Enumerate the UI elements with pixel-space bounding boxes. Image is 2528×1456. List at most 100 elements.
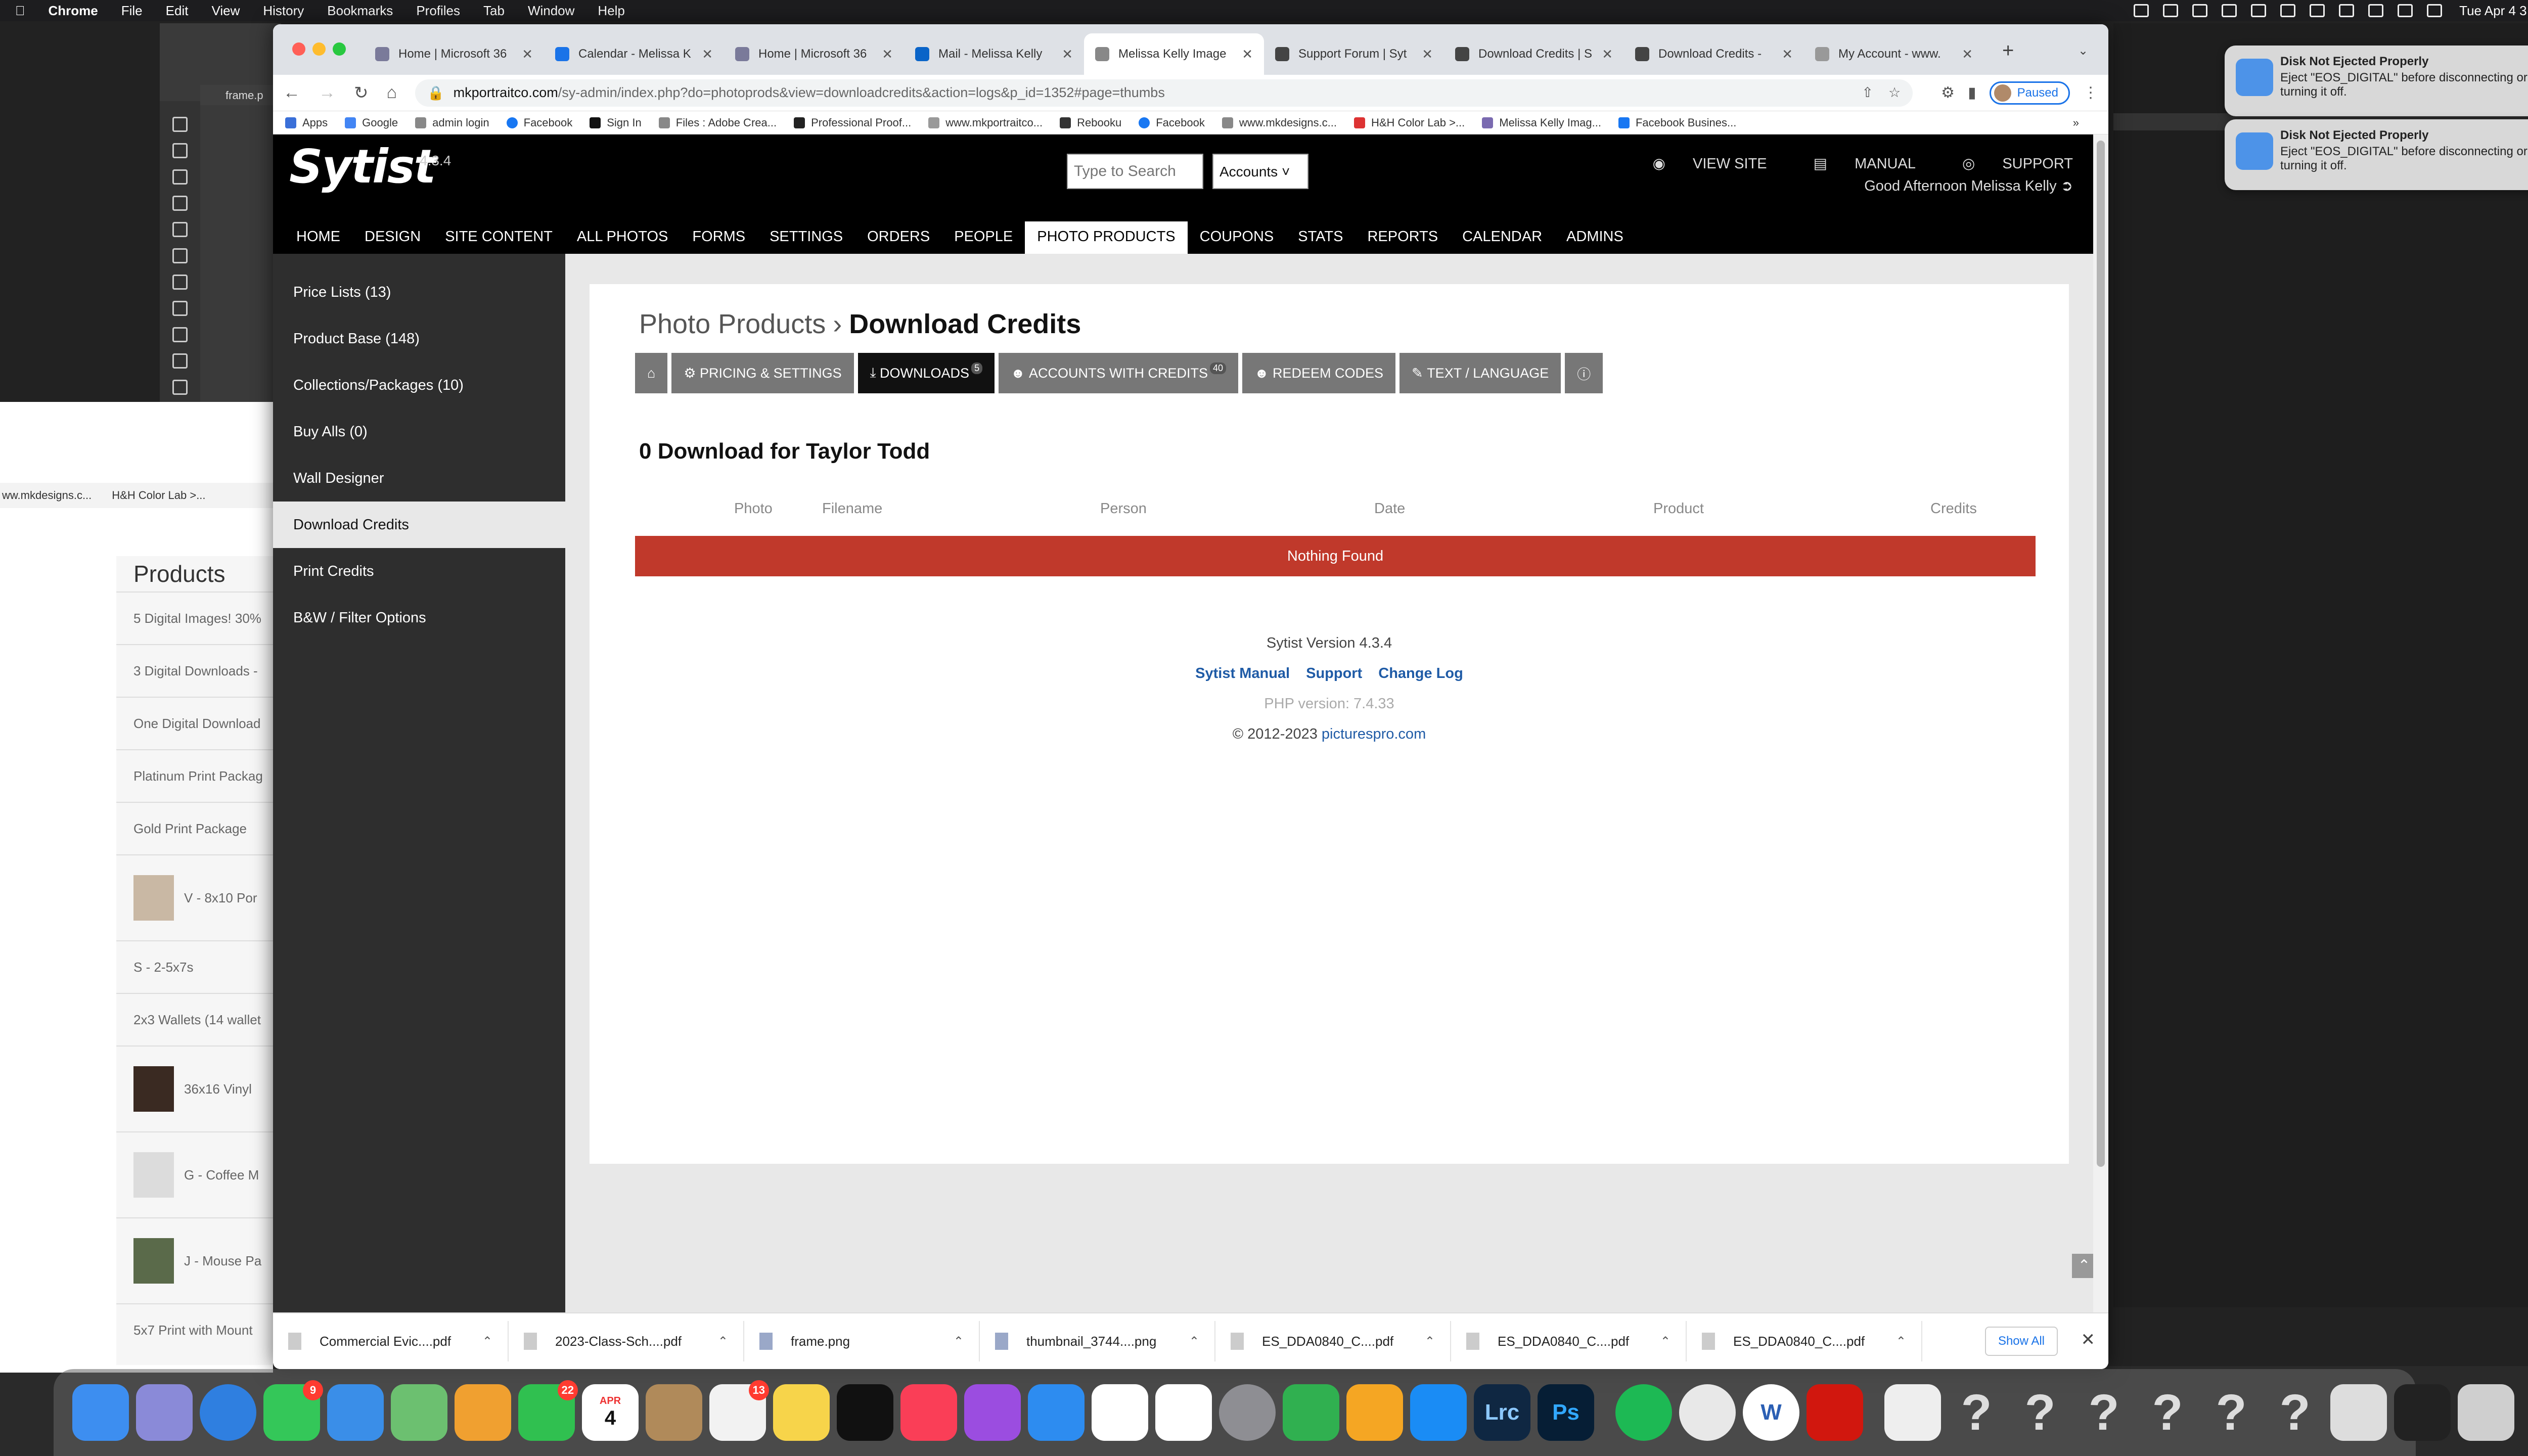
freeform-icon[interactable] <box>1155 1384 1212 1441</box>
eyedropper-tool-icon[interactable] <box>172 275 188 290</box>
bookmark-item[interactable]: Professional Proof... <box>794 116 911 129</box>
browser-tab[interactable]: Download Credits - ✕ <box>1624 33 1804 75</box>
safari-icon[interactable] <box>200 1384 256 1441</box>
contacts-icon[interactable] <box>646 1384 702 1441</box>
lightroom-classic-icon[interactable]: Lrc <box>1474 1384 1530 1441</box>
tab-pricing-settings[interactable]: ⚙ PRICING & SETTINGS <box>671 353 854 393</box>
support-link[interactable]: Support <box>1306 665 1362 681</box>
nav-photo-products[interactable]: PHOTO PRODUCTS <box>1025 221 1188 254</box>
menubar-clock[interactable]: Tue Apr 4 3:26 PM <box>2459 3 2528 19</box>
list-item[interactable]: 5 Digital Images! 30% <box>116 592 273 644</box>
document-stack-icon[interactable] <box>1884 1384 1941 1441</box>
app-store-icon[interactable] <box>1410 1384 1467 1441</box>
marquee-tool-icon[interactable] <box>172 143 188 158</box>
dropbox-icon[interactable] <box>2192 4 2208 17</box>
facetime-icon[interactable]: 22 <box>518 1380 578 1441</box>
download-item[interactable]: 2023-Class-Sch....pdf ⌃ <box>509 1321 744 1361</box>
download-item[interactable]: ES_DDA0840_C....pdf ⌃ <box>1687 1321 1922 1361</box>
system-settings-icon[interactable] <box>1219 1384 1276 1441</box>
music-icon[interactable] <box>900 1384 957 1441</box>
reminders-icon[interactable]: 13 <box>709 1380 769 1441</box>
side-panel-icon[interactable]: ▮ <box>1968 84 1976 102</box>
download-item[interactable]: ES_DDA0840_C....pdf ⌃ <box>1451 1321 1687 1361</box>
notes-icon[interactable] <box>773 1384 830 1441</box>
mail-icon[interactable] <box>327 1384 384 1441</box>
sidebar-item-download-credits[interactable]: Download Credits <box>273 502 565 548</box>
photoshop-icon[interactable]: Ps <box>1538 1384 1594 1441</box>
history-brush-tool-icon[interactable] <box>172 380 188 395</box>
minimize-window-button[interactable] <box>312 42 326 56</box>
tab-info[interactable]: ⓘ <box>1565 353 1603 393</box>
column-product[interactable]: Product <box>1653 500 1704 517</box>
download-item[interactable]: thumbnail_3744....png ⌃ <box>980 1321 1215 1361</box>
tab-redeem-codes[interactable]: ☻ REDEEM CODES <box>1242 353 1396 393</box>
menu-bookmarks[interactable]: Bookmarks <box>327 3 393 19</box>
browser-tab[interactable]: Home | Microsoft 36 ✕ <box>724 33 904 75</box>
breadcrumb-photo-products[interactable]: Photo Products <box>639 309 826 339</box>
download-item[interactable]: frame.png ⌃ <box>744 1321 980 1361</box>
list-item[interactable]: 3 Digital Downloads - <box>116 644 273 697</box>
download-item[interactable]: ES_DDA0840_C....pdf ⌃ <box>1215 1321 1451 1361</box>
list-item[interactable]: One Digital Download <box>116 697 273 749</box>
siri-icon[interactable] <box>2427 4 2443 17</box>
close-window-button[interactable] <box>292 42 305 56</box>
scroll-to-top-button[interactable]: ⌃ <box>2072 1254 2093 1278</box>
sidebar-item-wall-designer[interactable]: Wall Designer <box>273 455 565 502</box>
list-item[interactable]: V - 8x10 Por <box>116 854 273 940</box>
view-site-link[interactable]: ◉ VIEW SITE <box>1630 155 1767 172</box>
logout-icon[interactable]: ➲ <box>2061 178 2073 194</box>
question-mark-icon[interactable]: ? <box>2012 1384 2068 1441</box>
close-icon[interactable]: ✕ <box>522 47 533 62</box>
new-tab-button[interactable]: + <box>2002 39 2014 62</box>
close-icon[interactable]: ✕ <box>1062 47 1073 62</box>
accounts-select[interactable]: Accounts ˅ <box>1212 154 1308 189</box>
bookmark-item[interactable]: Facebook Busines... <box>1618 116 1736 129</box>
address-bar[interactable]: 🔒 mkportraitco.com/sy-admin/index.php?do… <box>415 79 1913 107</box>
nav-stats[interactable]: STATS <box>1286 221 1355 254</box>
apple-icon[interactable]:  <box>15 3 25 19</box>
menu-history[interactable]: History <box>263 3 304 19</box>
podcasts-icon[interactable] <box>964 1384 1021 1441</box>
scrollbar-thumb[interactable] <box>2097 141 2105 1167</box>
tab-downloads[interactable]: ⤓ DOWNLOADS 5 <box>857 353 995 393</box>
screen-window-icon[interactable] <box>2394 1384 2451 1441</box>
nav-orders[interactable]: ORDERS <box>855 221 942 254</box>
nav-site-content[interactable]: SITE CONTENT <box>433 221 565 254</box>
chevron-up-icon[interactable]: ⌃ <box>1189 1334 1199 1349</box>
chrome-icon[interactable] <box>1679 1384 1736 1441</box>
notification-disk-not-ejected[interactable]: Disk Not Ejected Properly Eject "EOS_DIG… <box>2225 119 2528 190</box>
bookmark-item[interactable]: Files : Adobe Crea... <box>658 116 777 129</box>
background-bookmark[interactable]: ww.mkdesigns.c... <box>2 489 92 502</box>
bookmark-item[interactable]: Facebook <box>1139 116 1205 129</box>
nav-design[interactable]: DESIGN <box>352 221 433 254</box>
browser-tab[interactable]: Download Credits | S ✕ <box>1444 33 1624 75</box>
bookmark-item[interactable]: www.mkportraitco... <box>928 116 1043 129</box>
bookmark-star-icon[interactable]: ☆ <box>1888 85 1901 101</box>
creative-cloud-icon[interactable] <box>2134 4 2149 17</box>
nav-coupons[interactable]: COUPONS <box>1188 221 1286 254</box>
tab-accounts-with-credits[interactable]: ☻ ACCOUNTS WITH CREDITS 40 <box>999 353 1239 393</box>
close-icon[interactable]: ✕ <box>882 47 893 62</box>
nav-people[interactable]: PEOPLE <box>942 221 1025 254</box>
nav-settings[interactable]: SETTINGS <box>757 221 855 254</box>
browser-tab-active[interactable]: Melissa Kelly Image ✕ <box>1084 33 1264 75</box>
photos-icon[interactable] <box>455 1384 511 1441</box>
display-icon[interactable] <box>2163 4 2179 17</box>
close-icon[interactable]: ✕ <box>1422 47 1433 62</box>
close-icon[interactable]: ✕ <box>702 47 713 62</box>
forward-arrow-icon[interactable]: → <box>319 83 336 103</box>
sidebar-item-product-base[interactable]: Product Base (148) <box>273 315 565 362</box>
column-credits[interactable]: Credits <box>1930 500 1977 517</box>
browser-tab[interactable]: Support Forum | Syt ✕ <box>1264 33 1444 75</box>
spotlight-search-icon[interactable] <box>2368 4 2384 17</box>
nav-home[interactable]: HOME <box>284 221 352 254</box>
share-icon[interactable]: ⇧ <box>1862 85 1873 101</box>
word-icon[interactable]: W <box>1743 1384 1799 1441</box>
close-icon[interactable]: ✕ <box>2081 1330 2096 1350</box>
frame-tool-icon[interactable] <box>172 248 188 263</box>
kebab-menu-icon[interactable]: ⋮ <box>2083 84 2098 102</box>
profile-button[interactable]: Paused <box>1989 81 2070 105</box>
menu-view[interactable]: View <box>211 3 240 19</box>
menu-profiles[interactable]: Profiles <box>416 3 460 19</box>
stamp-tool-icon[interactable] <box>172 353 188 369</box>
